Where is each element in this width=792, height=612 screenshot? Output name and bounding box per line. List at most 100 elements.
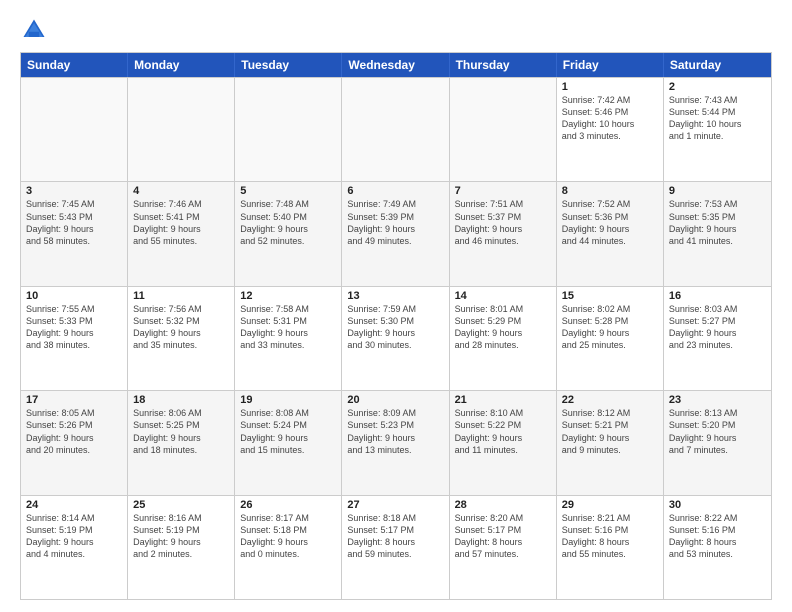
calendar-cell-r0c4 bbox=[450, 78, 557, 181]
day-info: Sunrise: 7:46 AMSunset: 5:41 PMDaylight:… bbox=[133, 198, 229, 247]
calendar-cell-r3c1: 18Sunrise: 8:06 AMSunset: 5:25 PMDayligh… bbox=[128, 391, 235, 494]
day-info: Sunrise: 7:56 AMSunset: 5:32 PMDaylight:… bbox=[133, 303, 229, 352]
calendar-cell-r0c1 bbox=[128, 78, 235, 181]
day-info: Sunrise: 7:45 AMSunset: 5:43 PMDaylight:… bbox=[26, 198, 122, 247]
day-info: Sunrise: 8:02 AMSunset: 5:28 PMDaylight:… bbox=[562, 303, 658, 352]
calendar-cell-r4c3: 27Sunrise: 8:18 AMSunset: 5:17 PMDayligh… bbox=[342, 496, 449, 599]
day-number: 26 bbox=[240, 499, 336, 511]
calendar-cell-r3c5: 22Sunrise: 8:12 AMSunset: 5:21 PMDayligh… bbox=[557, 391, 664, 494]
day-info: Sunrise: 8:05 AMSunset: 5:26 PMDaylight:… bbox=[26, 407, 122, 456]
day-number: 25 bbox=[133, 499, 229, 511]
calendar-cell-r2c6: 16Sunrise: 8:03 AMSunset: 5:27 PMDayligh… bbox=[664, 287, 771, 390]
calendar-cell-r2c4: 14Sunrise: 8:01 AMSunset: 5:29 PMDayligh… bbox=[450, 287, 557, 390]
calendar-row-2: 10Sunrise: 7:55 AMSunset: 5:33 PMDayligh… bbox=[21, 286, 771, 390]
day-number: 5 bbox=[240, 185, 336, 197]
calendar-cell-r0c5: 1Sunrise: 7:42 AMSunset: 5:46 PMDaylight… bbox=[557, 78, 664, 181]
header-day-friday: Friday bbox=[557, 53, 664, 77]
day-number: 7 bbox=[455, 185, 551, 197]
calendar-cell-r1c1: 4Sunrise: 7:46 AMSunset: 5:41 PMDaylight… bbox=[128, 182, 235, 285]
day-number: 4 bbox=[133, 185, 229, 197]
day-info: Sunrise: 8:08 AMSunset: 5:24 PMDaylight:… bbox=[240, 407, 336, 456]
calendar-cell-r4c1: 25Sunrise: 8:16 AMSunset: 5:19 PMDayligh… bbox=[128, 496, 235, 599]
day-info: Sunrise: 8:21 AMSunset: 5:16 PMDaylight:… bbox=[562, 512, 658, 561]
day-number: 10 bbox=[26, 290, 122, 302]
calendar-row-3: 17Sunrise: 8:05 AMSunset: 5:26 PMDayligh… bbox=[21, 390, 771, 494]
day-number: 16 bbox=[669, 290, 766, 302]
day-number: 3 bbox=[26, 185, 122, 197]
day-number: 19 bbox=[240, 394, 336, 406]
calendar-cell-r4c6: 30Sunrise: 8:22 AMSunset: 5:16 PMDayligh… bbox=[664, 496, 771, 599]
day-info: Sunrise: 7:58 AMSunset: 5:31 PMDaylight:… bbox=[240, 303, 336, 352]
day-number: 14 bbox=[455, 290, 551, 302]
day-number: 29 bbox=[562, 499, 658, 511]
calendar-row-4: 24Sunrise: 8:14 AMSunset: 5:19 PMDayligh… bbox=[21, 495, 771, 599]
day-number: 15 bbox=[562, 290, 658, 302]
calendar-cell-r1c6: 9Sunrise: 7:53 AMSunset: 5:35 PMDaylight… bbox=[664, 182, 771, 285]
header-day-thursday: Thursday bbox=[450, 53, 557, 77]
day-number: 9 bbox=[669, 185, 766, 197]
calendar: SundayMondayTuesdayWednesdayThursdayFrid… bbox=[20, 52, 772, 600]
day-info: Sunrise: 8:06 AMSunset: 5:25 PMDaylight:… bbox=[133, 407, 229, 456]
day-number: 20 bbox=[347, 394, 443, 406]
day-number: 13 bbox=[347, 290, 443, 302]
day-info: Sunrise: 8:14 AMSunset: 5:19 PMDaylight:… bbox=[26, 512, 122, 561]
day-number: 2 bbox=[669, 81, 766, 93]
day-info: Sunrise: 8:01 AMSunset: 5:29 PMDaylight:… bbox=[455, 303, 551, 352]
calendar-cell-r0c6: 2Sunrise: 7:43 AMSunset: 5:44 PMDaylight… bbox=[664, 78, 771, 181]
header bbox=[20, 16, 772, 44]
header-day-sunday: Sunday bbox=[21, 53, 128, 77]
calendar-cell-r2c3: 13Sunrise: 7:59 AMSunset: 5:30 PMDayligh… bbox=[342, 287, 449, 390]
day-info: Sunrise: 7:59 AMSunset: 5:30 PMDaylight:… bbox=[347, 303, 443, 352]
day-info: Sunrise: 8:03 AMSunset: 5:27 PMDaylight:… bbox=[669, 303, 766, 352]
calendar-cell-r1c3: 6Sunrise: 7:49 AMSunset: 5:39 PMDaylight… bbox=[342, 182, 449, 285]
calendar-cell-r3c2: 19Sunrise: 8:08 AMSunset: 5:24 PMDayligh… bbox=[235, 391, 342, 494]
calendar-cell-r4c4: 28Sunrise: 8:20 AMSunset: 5:17 PMDayligh… bbox=[450, 496, 557, 599]
calendar-cell-r4c0: 24Sunrise: 8:14 AMSunset: 5:19 PMDayligh… bbox=[21, 496, 128, 599]
page: SundayMondayTuesdayWednesdayThursdayFrid… bbox=[0, 0, 792, 612]
day-info: Sunrise: 8:18 AMSunset: 5:17 PMDaylight:… bbox=[347, 512, 443, 561]
day-info: Sunrise: 7:42 AMSunset: 5:46 PMDaylight:… bbox=[562, 94, 658, 143]
day-number: 23 bbox=[669, 394, 766, 406]
day-info: Sunrise: 8:13 AMSunset: 5:20 PMDaylight:… bbox=[669, 407, 766, 456]
logo bbox=[20, 16, 52, 44]
calendar-row-1: 3Sunrise: 7:45 AMSunset: 5:43 PMDaylight… bbox=[21, 181, 771, 285]
calendar-cell-r1c5: 8Sunrise: 7:52 AMSunset: 5:36 PMDaylight… bbox=[557, 182, 664, 285]
calendar-cell-r2c1: 11Sunrise: 7:56 AMSunset: 5:32 PMDayligh… bbox=[128, 287, 235, 390]
header-day-wednesday: Wednesday bbox=[342, 53, 449, 77]
header-day-saturday: Saturday bbox=[664, 53, 771, 77]
calendar-cell-r3c6: 23Sunrise: 8:13 AMSunset: 5:20 PMDayligh… bbox=[664, 391, 771, 494]
calendar-cell-r1c4: 7Sunrise: 7:51 AMSunset: 5:37 PMDaylight… bbox=[450, 182, 557, 285]
calendar-cell-r2c0: 10Sunrise: 7:55 AMSunset: 5:33 PMDayligh… bbox=[21, 287, 128, 390]
day-info: Sunrise: 8:22 AMSunset: 5:16 PMDaylight:… bbox=[669, 512, 766, 561]
calendar-cell-r1c0: 3Sunrise: 7:45 AMSunset: 5:43 PMDaylight… bbox=[21, 182, 128, 285]
calendar-cell-r1c2: 5Sunrise: 7:48 AMSunset: 5:40 PMDaylight… bbox=[235, 182, 342, 285]
calendar-header: SundayMondayTuesdayWednesdayThursdayFrid… bbox=[21, 53, 771, 77]
day-number: 28 bbox=[455, 499, 551, 511]
header-day-monday: Monday bbox=[128, 53, 235, 77]
day-info: Sunrise: 8:16 AMSunset: 5:19 PMDaylight:… bbox=[133, 512, 229, 561]
calendar-cell-r4c2: 26Sunrise: 8:17 AMSunset: 5:18 PMDayligh… bbox=[235, 496, 342, 599]
day-number: 24 bbox=[26, 499, 122, 511]
day-info: Sunrise: 7:52 AMSunset: 5:36 PMDaylight:… bbox=[562, 198, 658, 247]
day-number: 17 bbox=[26, 394, 122, 406]
calendar-cell-r0c0 bbox=[21, 78, 128, 181]
calendar-cell-r3c3: 20Sunrise: 8:09 AMSunset: 5:23 PMDayligh… bbox=[342, 391, 449, 494]
calendar-row-0: 1Sunrise: 7:42 AMSunset: 5:46 PMDaylight… bbox=[21, 77, 771, 181]
day-info: Sunrise: 7:53 AMSunset: 5:35 PMDaylight:… bbox=[669, 198, 766, 247]
day-number: 22 bbox=[562, 394, 658, 406]
day-info: Sunrise: 8:09 AMSunset: 5:23 PMDaylight:… bbox=[347, 407, 443, 456]
calendar-cell-r2c2: 12Sunrise: 7:58 AMSunset: 5:31 PMDayligh… bbox=[235, 287, 342, 390]
calendar-cell-r2c5: 15Sunrise: 8:02 AMSunset: 5:28 PMDayligh… bbox=[557, 287, 664, 390]
header-day-tuesday: Tuesday bbox=[235, 53, 342, 77]
day-number: 11 bbox=[133, 290, 229, 302]
day-info: Sunrise: 8:12 AMSunset: 5:21 PMDaylight:… bbox=[562, 407, 658, 456]
day-info: Sunrise: 7:51 AMSunset: 5:37 PMDaylight:… bbox=[455, 198, 551, 247]
day-number: 8 bbox=[562, 185, 658, 197]
day-info: Sunrise: 8:17 AMSunset: 5:18 PMDaylight:… bbox=[240, 512, 336, 561]
day-number: 30 bbox=[669, 499, 766, 511]
day-info: Sunrise: 7:48 AMSunset: 5:40 PMDaylight:… bbox=[240, 198, 336, 247]
day-number: 27 bbox=[347, 499, 443, 511]
day-number: 21 bbox=[455, 394, 551, 406]
calendar-cell-r3c4: 21Sunrise: 8:10 AMSunset: 5:22 PMDayligh… bbox=[450, 391, 557, 494]
day-info: Sunrise: 8:10 AMSunset: 5:22 PMDaylight:… bbox=[455, 407, 551, 456]
